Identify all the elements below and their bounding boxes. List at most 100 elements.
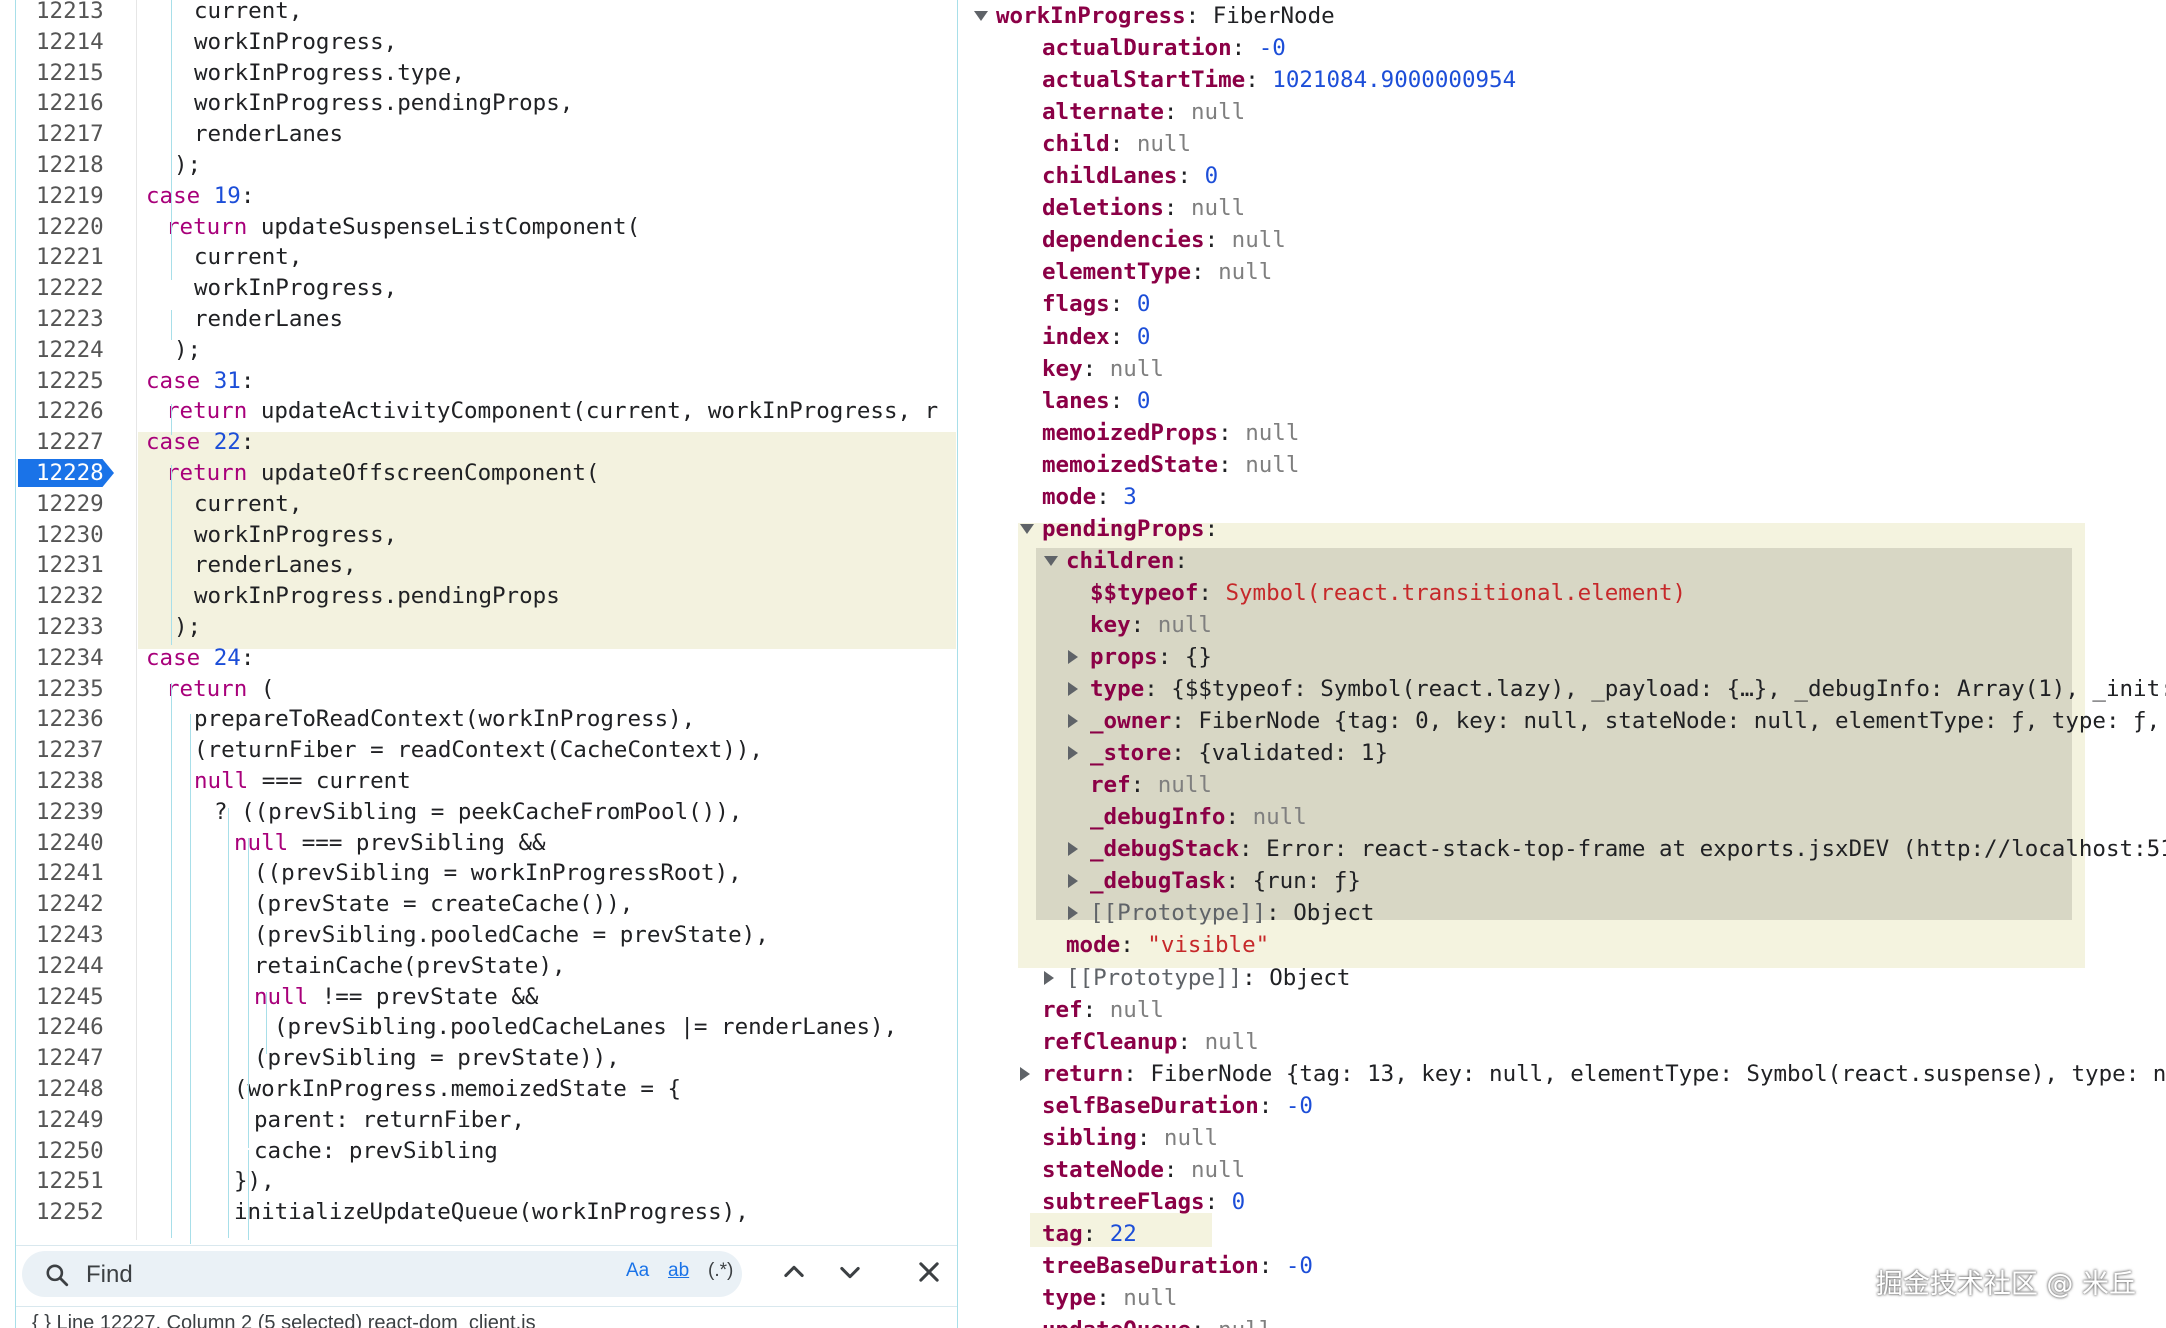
- line-number[interactable]: 12238: [16, 766, 136, 797]
- property-value: null: [1157, 611, 1212, 638]
- line-number[interactable]: 12214: [16, 27, 136, 58]
- match-case-toggle[interactable]: Aa: [626, 1260, 649, 1282]
- line-number[interactable]: 12251: [16, 1166, 136, 1197]
- scope-row[interactable]: props: {}: [1068, 641, 1212, 673]
- line-number[interactable]: 12234: [16, 643, 136, 674]
- line-number[interactable]: 12239: [16, 797, 136, 828]
- collapse-triangle-icon[interactable]: [1044, 555, 1058, 566]
- expand-triangle-icon[interactable]: [1068, 682, 1078, 697]
- expand-triangle-icon[interactable]: [1044, 970, 1054, 985]
- line-number[interactable]: 12226: [16, 396, 136, 427]
- scope-row[interactable]: _owner: FiberNode {tag: 0, key: null, st…: [1068, 705, 2166, 737]
- scope-row[interactable]: [[Prototype]]: Object: [1068, 897, 1374, 929]
- regex-toggle[interactable]: (.*): [708, 1260, 733, 1282]
- property-key: selfBaseDuration: [1042, 1092, 1259, 1119]
- expand-triangle-icon[interactable]: [1068, 906, 1078, 921]
- scope-row[interactable]: children:: [1044, 545, 1201, 577]
- scope-row[interactable]: _debugTask: {run: ƒ}: [1068, 865, 1361, 897]
- scope-row[interactable]: pendingProps:: [1020, 513, 1232, 545]
- source-editor[interactable]: 12213 12214 12215 12216 12217 12218 12219 12220…: [15, 0, 958, 1328]
- expand-triangle-icon[interactable]: [1068, 746, 1078, 761]
- line-number[interactable]: 12222: [16, 273, 136, 304]
- line-number[interactable]: 12218: [16, 150, 136, 181]
- line-number[interactable]: 12241: [16, 858, 136, 889]
- code-text: workInProgress,: [194, 28, 398, 55]
- scope-row[interactable]: return: FiberNode {tag: 13, key: null, e…: [1020, 1058, 2166, 1090]
- collapse-triangle-icon[interactable]: [974, 11, 988, 21]
- line-number[interactable]: 12246: [16, 1012, 136, 1043]
- line-number[interactable]: 12237: [16, 735, 136, 766]
- line-number[interactable]: 12240: [16, 828, 136, 859]
- scope-row[interactable]: [[Prototype]]: Object: [1044, 962, 1350, 994]
- previous-match-icon[interactable]: [780, 1258, 808, 1286]
- code-text: (: [247, 675, 275, 702]
- indent-guide: [171, 683, 172, 1238]
- line-number[interactable]: 12248: [16, 1074, 136, 1105]
- scope-row[interactable]: type: {$$typeof: Symbol(react.lazy), _pa…: [1068, 673, 2166, 705]
- code-area[interactable]: current, workInProgress, workInProgress.ty…: [138, 0, 956, 1240]
- scope-row: ref: null: [1042, 996, 1164, 1023]
- line-number[interactable]: 12252: [16, 1197, 136, 1228]
- code-line: workInProgress.pendingProps: [194, 581, 560, 612]
- line-number[interactable]: 12221: [16, 242, 136, 273]
- code-text: (workInProgress.memoizedState = {: [234, 1076, 682, 1102]
- scope-panel[interactable]: workInProgress: FiberNode actualDuration:…: [956, 0, 2166, 1328]
- line-number[interactable]: 12219: [16, 181, 136, 212]
- property-value: {run: ƒ}: [1252, 868, 1361, 895]
- scope-row[interactable]: workInProgress: FiberNode: [974, 0, 1335, 32]
- line-number[interactable]: 12224: [16, 335, 136, 366]
- line-number[interactable]: 12217: [16, 119, 136, 150]
- code-text: workInProgress,: [194, 521, 398, 548]
- expand-triangle-icon[interactable]: [1068, 650, 1078, 664]
- code-line: workInProgress.pendingProps,: [194, 88, 573, 119]
- line-number[interactable]: 12229: [16, 489, 136, 520]
- code-line: null === prevSibling &&: [234, 828, 546, 859]
- scope-row: actualDuration: -0: [1042, 35, 1286, 62]
- property-value: null: [1109, 355, 1164, 382]
- line-number[interactable]: 12232: [16, 581, 136, 612]
- expand-triangle-icon[interactable]: [1068, 874, 1078, 889]
- line-number[interactable]: 12249: [16, 1105, 136, 1136]
- next-match-icon[interactable]: [836, 1258, 864, 1286]
- property-value: -0: [1285, 1252, 1313, 1279]
- line-number[interactable]: 12216: [16, 88, 136, 119]
- number-literal: 24: [213, 644, 241, 671]
- line-number[interactable]: 12223: [16, 304, 136, 335]
- keyword: return: [166, 398, 248, 425]
- line-number[interactable]: 12236: [16, 704, 136, 735]
- line-number[interactable]: 12230: [16, 520, 136, 551]
- line-number[interactable]: 12243: [16, 920, 136, 951]
- line-number[interactable]: 12220: [16, 212, 136, 243]
- close-icon[interactable]: [915, 1258, 943, 1286]
- find-box: Aa ab (.*): [22, 1251, 742, 1297]
- scope-row: tag: 22: [1042, 1220, 1137, 1247]
- line-number[interactable]: 12227: [16, 427, 136, 458]
- scope-row: childLanes: 0: [1042, 163, 1219, 190]
- scope-row: deletions: null: [1042, 195, 1246, 222]
- line-number[interactable]: 12244: [16, 951, 136, 982]
- code-line: (returnFiber = readContext(CacheContext)…: [194, 735, 763, 766]
- property-value: {}: [1184, 644, 1212, 670]
- expand-triangle-icon[interactable]: [1068, 842, 1078, 857]
- line-number[interactable]: 12235: [16, 674, 136, 705]
- expand-triangle-icon[interactable]: [1068, 714, 1078, 729]
- scope-row[interactable]: _debugStack: Error: react-stack-top-fram…: [1068, 833, 2166, 865]
- code-text: (prevSibling.pooledCacheLanes |= renderL…: [274, 1014, 898, 1041]
- collapse-triangle-icon[interactable]: [1020, 523, 1034, 534]
- property-value: 0: [1204, 163, 1219, 190]
- line-number[interactable]: 12215: [16, 58, 136, 89]
- line-number-gutter[interactable]: 12213 12214 12215 12216 12217 12218 12219 12220…: [16, 0, 136, 1240]
- scope-row[interactable]: _store: {validated: 1}: [1068, 737, 1388, 769]
- line-number[interactable]: 12231: [16, 550, 136, 581]
- line-number[interactable]: 12245: [16, 982, 136, 1013]
- line-number[interactable]: 12250: [16, 1136, 136, 1167]
- line-number[interactable]: 12242: [16, 889, 136, 920]
- line-number[interactable]: 12247: [16, 1043, 136, 1074]
- breakpoint-line-number[interactable]: 12228: [18, 459, 114, 487]
- find-input[interactable]: [84, 1257, 608, 1293]
- line-number[interactable]: 12213: [16, 0, 136, 27]
- line-number[interactable]: 12225: [16, 366, 136, 397]
- expand-triangle-icon[interactable]: [1020, 1066, 1030, 1081]
- whole-word-toggle[interactable]: ab: [668, 1260, 689, 1282]
- line-number[interactable]: 12233: [16, 612, 136, 643]
